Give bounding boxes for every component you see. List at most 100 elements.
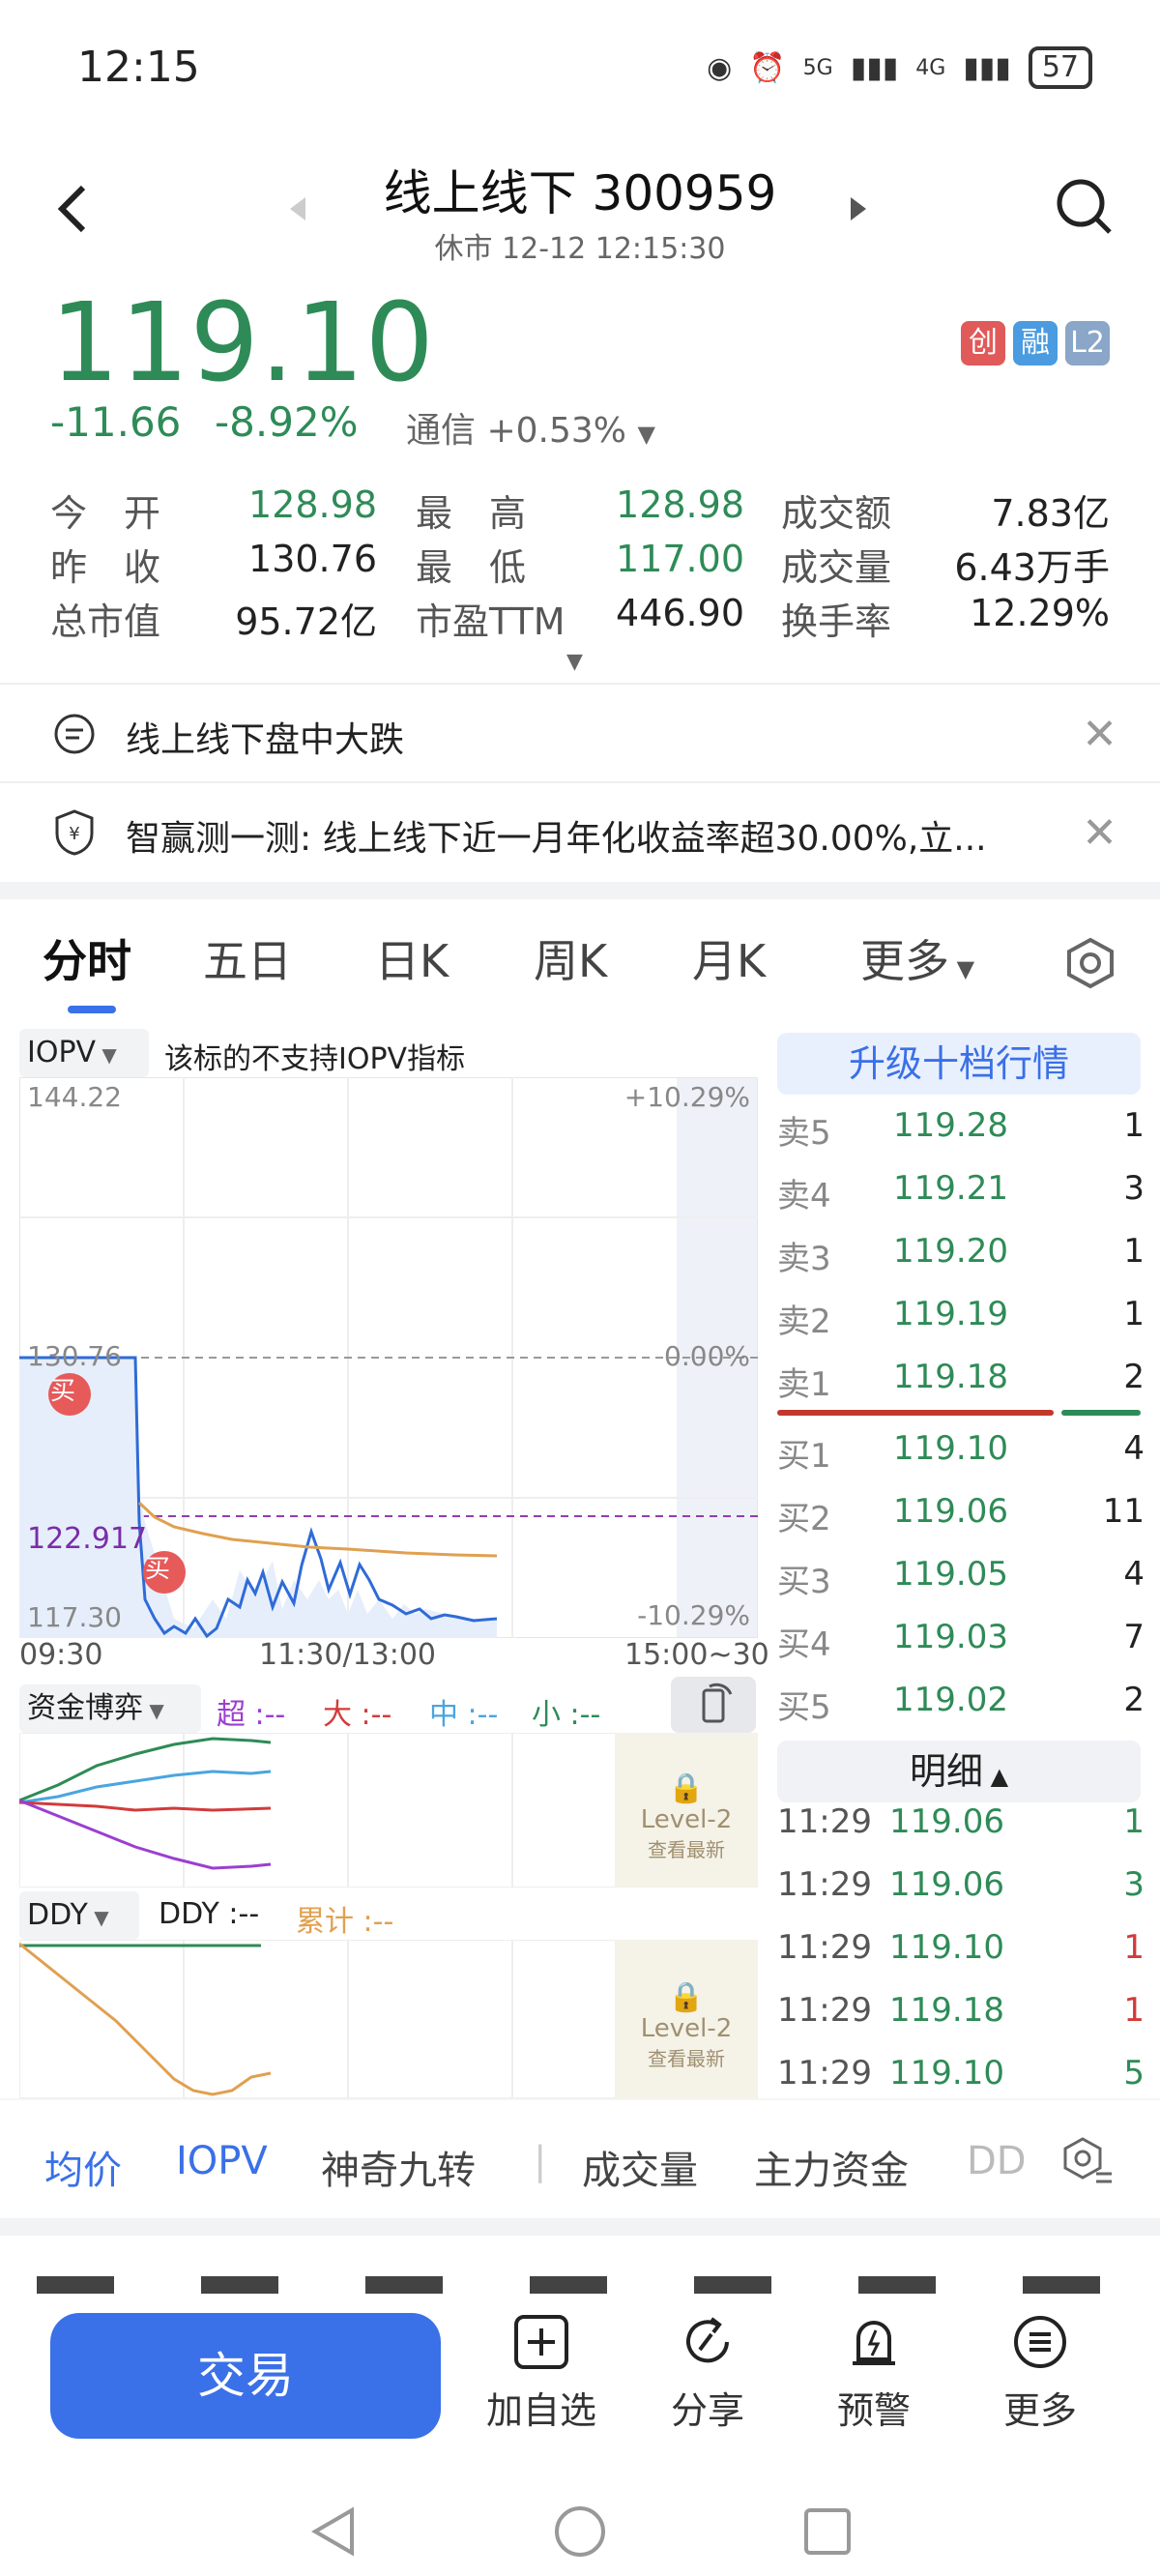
sells-price: 119.21 (893, 1169, 1008, 1208)
tab-monthly-k[interactable]: 月K (692, 926, 766, 990)
tab-daily-k[interactable]: 日K (375, 926, 449, 990)
buys-price: 119.02 (893, 1681, 1008, 1719)
buys-row[interactable]: 买3 119.05 4 (777, 1555, 1145, 1617)
buy-marker-text: 买 (145, 1555, 171, 1584)
detail-volume: 1 (1123, 1802, 1145, 1841)
ind-tab-iopv[interactable]: IOPV (176, 2139, 268, 2183)
indicator-settings-icon[interactable] (1059, 2135, 1116, 2187)
ind-tab-main-funds[interactable]: 主力资金 (754, 2139, 909, 2195)
close-icon[interactable]: ✕ (1082, 808, 1117, 858)
stat-label: 成交额 (781, 492, 892, 535)
buys-row[interactable]: 买5 119.02 2 (777, 1681, 1145, 1742)
tab-intraday[interactable]: 分时 (43, 926, 131, 990)
ind-tab-magic-nine[interactable]: 神奇九转 (321, 2139, 476, 2195)
ind-tab-ddx[interactable]: DD (967, 2139, 1027, 2183)
sells-label: 卖2 (777, 1303, 831, 1341)
detail-time: 11:29 (777, 1865, 872, 1904)
bid-ask-ratio-red (777, 1410, 1054, 1416)
divider (0, 2218, 1160, 2236)
hidden-tabs-edge (0, 2276, 1160, 2296)
sells-label: 卖4 (777, 1177, 831, 1215)
sells-row[interactable]: 卖3 119.20 1 (777, 1232, 1145, 1294)
lock-icon: 🔒 (668, 1771, 705, 1805)
detail-price: 119.10 (889, 2054, 1004, 2093)
buys-price: 119.10 (893, 1429, 1008, 1468)
ddy-selector[interactable]: DDY ▼ (19, 1891, 139, 1940)
close-icon[interactable]: ✕ (1082, 710, 1117, 759)
badges: 创 融 L2 (961, 321, 1110, 366)
stat-value: 130.76 (248, 538, 377, 580)
add-square-icon (514, 2315, 568, 2369)
chevron-down-icon: ▼ (637, 421, 655, 448)
detail-volume: 1 (1123, 1991, 1145, 2030)
expand-stats-icon[interactable]: ▼ (566, 650, 583, 674)
ind-tab-volume[interactable]: 成交量 (582, 2139, 698, 2195)
detail-price: 119.10 (889, 1928, 1004, 1967)
detail-label: 明细 (909, 1750, 983, 1793)
nav-home-icon[interactable] (553, 2504, 607, 2559)
tab-five-day[interactable]: 五日 (203, 926, 292, 990)
settings-icon[interactable] (1063, 936, 1117, 990)
signal-icon: ▮▮▮ (850, 50, 899, 85)
level2-lock[interactable]: 🔒 Level-2 查看最新 (615, 1980, 758, 2071)
sells-label: 卖3 (777, 1240, 831, 1278)
funds-selector[interactable]: 资金博弈 ▼ (19, 1684, 201, 1733)
rotate-icon[interactable] (671, 1677, 756, 1733)
buys-row[interactable]: 买4 119.03 7 (777, 1618, 1145, 1680)
lock-sub: 查看最新 (648, 1838, 725, 1861)
sells-row[interactable]: 卖4 119.21 3 (777, 1169, 1145, 1231)
iopv-selector[interactable]: IOPV ▼ (19, 1029, 149, 1077)
sells-price: 119.19 (893, 1295, 1008, 1333)
divider (0, 882, 1160, 899)
sells-row[interactable]: 卖2 119.19 1 (777, 1295, 1145, 1357)
market-status: 休市 12-12 12:15:30 (434, 232, 726, 266)
add-watchlist-button[interactable]: 加自选 (474, 2313, 609, 2434)
lock-sub: 查看最新 (648, 2047, 725, 2070)
buys-row[interactable]: 买2 119.06 11 (777, 1492, 1145, 1554)
sector-name: 通信 (406, 411, 477, 451)
more-button[interactable]: 更多 (972, 2313, 1108, 2434)
buys-label: 买2 (777, 1500, 831, 1538)
sells-vol: 3 (1123, 1169, 1145, 1208)
ddy-label: DDY (27, 1898, 88, 1932)
stat-label: 昨 收 (50, 546, 161, 589)
svg-text:¥: ¥ (69, 824, 79, 844)
detail-volume: 3 (1123, 1865, 1145, 1904)
trade-button[interactable]: 交易 (50, 2313, 441, 2439)
chat-icon (54, 714, 95, 754)
level2-lock[interactable]: 🔒 Level-2 查看最新 (615, 1771, 758, 1862)
next-stock-icon[interactable] (851, 197, 866, 220)
detail-time: 11:29 (777, 2054, 872, 2093)
nav-back-icon[interactable] (307, 2504, 362, 2559)
chevron-down-icon: ▼ (143, 1699, 164, 1722)
badge-l2[interactable]: L2 (1065, 321, 1110, 366)
ind-tab-divider: | (534, 2139, 547, 2183)
notice-item[interactable]: 线上线下盘中大跌 ✕ (0, 683, 1160, 781)
tab-weekly-k[interactable]: 周K (534, 926, 607, 990)
chevron-up-icon: ▲ (982, 1763, 1009, 1790)
y-axis-top: 144.22 (27, 1081, 122, 1113)
nav-recents-icon[interactable] (800, 2504, 855, 2559)
search-icon[interactable] (1054, 176, 1116, 238)
page-title: 线上线下 300959 (383, 165, 777, 221)
sells-vol: 2 (1123, 1358, 1145, 1396)
ddy-cum: 累计 :-- (296, 1905, 394, 1939)
ind-tab-avg[interactable]: 均价 (44, 2139, 122, 2195)
sector-change: +0.53% (486, 411, 626, 451)
detail-toggle-button[interactable]: 明细 ▲ (777, 1741, 1141, 1802)
buys-label: 买4 (777, 1625, 831, 1664)
sells-row[interactable]: 卖5 119.28 1 (777, 1106, 1145, 1168)
stat-label: 市盈TTM (416, 600, 566, 643)
sector-info[interactable]: 通信 +0.53% ▼ (406, 402, 655, 453)
buys-vol: 2 (1123, 1681, 1145, 1719)
buys-price: 119.06 (893, 1492, 1008, 1531)
trade-detail-row: 11:29 119.06 3 (777, 1865, 1145, 1927)
notice-item[interactable]: ¥ 智赢测一测: 线上线下近一月年化收益率超30.00%,立... ✕ (0, 781, 1160, 880)
stat-value: 12.29% (970, 592, 1110, 634)
buys-row[interactable]: 买1 119.10 4 (777, 1429, 1145, 1491)
detail-price: 119.18 (889, 1991, 1004, 2030)
tab-more[interactable]: 更多 ▼ (860, 926, 974, 990)
alert-button[interactable]: 预警 (806, 2313, 942, 2434)
share-button[interactable]: 分享 (640, 2313, 775, 2434)
upgrade-level10-button[interactable]: 升级十档行情 (777, 1033, 1141, 1095)
